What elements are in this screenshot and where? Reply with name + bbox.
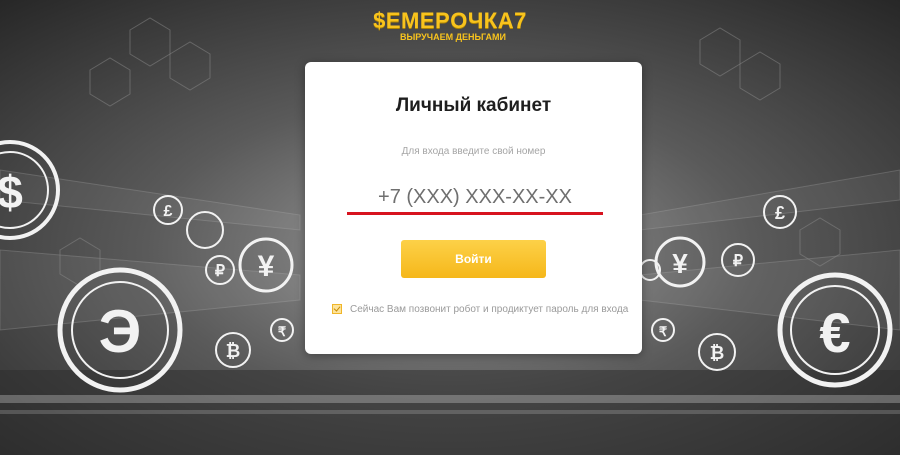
svg-text:¥: ¥ <box>672 248 688 279</box>
svg-text:₽: ₽ <box>733 253 743 270</box>
svg-text:£: £ <box>775 203 785 223</box>
svg-text:€: € <box>819 301 850 364</box>
svg-text:¥: ¥ <box>258 250 275 283</box>
svg-text:Э: Э <box>99 298 142 365</box>
svg-text:₽: ₽ <box>215 263 225 280</box>
robot-call-notice: Сейчас Вам позвонит робот и продиктует п… <box>332 302 632 316</box>
phone-hint: Для входа введите свой номер <box>401 146 546 157</box>
brand-name: $EMEPOЧКА7 <box>373 8 527 33</box>
svg-text:₹: ₹ <box>659 324 668 339</box>
svg-text:£: £ <box>164 203 173 220</box>
card-title: Личный кабинет <box>395 95 552 116</box>
notice-checkbox[interactable] <box>332 304 342 314</box>
notice-text: Сейчас Вам позвонит робот и продиктует п… <box>350 303 629 315</box>
login-card: Личный кабинет Для входа введите свой но… <box>305 62 642 354</box>
svg-text:$: $ <box>0 166 23 218</box>
brand-tagline: ВЫРУЧАЕМ ДЕНЬГАМИ <box>399 32 506 42</box>
svg-text:₹: ₹ <box>278 324 287 339</box>
brand-logo[interactable]: $EMEPOЧКА7 ВЫРУЧАЕМ ДЕНЬГАМИ <box>0 10 900 43</box>
svg-text:₿: ₿ <box>710 343 725 363</box>
login-button[interactable]: Войти <box>401 240 546 278</box>
svg-text:₿: ₿ <box>226 341 241 361</box>
phone-underline <box>347 212 603 215</box>
phone-input[interactable] <box>347 180 603 214</box>
